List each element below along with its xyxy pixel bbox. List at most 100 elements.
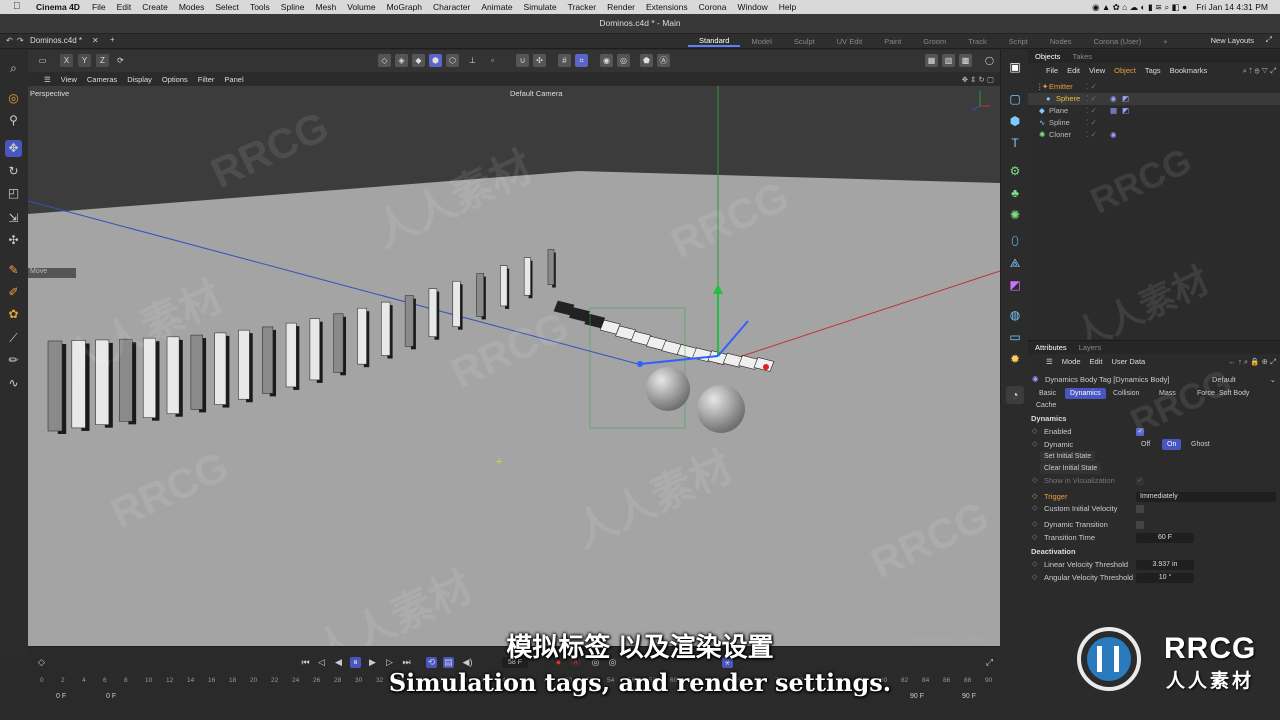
text-icon[interactable]: T [1006, 134, 1024, 152]
add-layout-icon[interactable]: + [1152, 37, 1178, 46]
tab-attributes[interactable]: Attributes [1035, 343, 1067, 352]
tab-takes[interactable]: Takes [1072, 52, 1092, 61]
primitive-icon[interactable]: ⬢ [1006, 112, 1024, 130]
sound-icon[interactable]: ◀) [462, 657, 473, 668]
attributes-menu-icon[interactable]: ☰ [1046, 357, 1053, 366]
menu-help[interactable]: Help [779, 2, 796, 12]
domino[interactable] [452, 280, 461, 328]
layout-groom[interactable]: Groom [912, 37, 957, 46]
object-mode-icon[interactable]: ⬢ [429, 54, 442, 67]
fps-icon[interactable]: ▤ [443, 657, 454, 668]
menu-window[interactable]: Window [738, 2, 768, 12]
menu-corona[interactable]: Corona [699, 2, 727, 12]
show-vis-checkbox[interactable]: ✓ [1136, 477, 1144, 485]
object-row-plane[interactable]: ◆ Plane ⁚ ✓ ▦ ◩ [1028, 105, 1280, 117]
object-row-sphere[interactable]: ● Sphere ⁚ ✓ ◉ ◩ [1028, 93, 1280, 105]
subtab-basic[interactable]: Basic [1034, 388, 1061, 399]
viewport-menu-display[interactable]: Display [127, 75, 152, 84]
keyframe-diamond-icon[interactable]: ◇ [1032, 504, 1037, 512]
domino[interactable] [523, 257, 531, 296]
search-icon[interactable]: ⌕ [5, 60, 22, 77]
domino[interactable] [47, 340, 63, 432]
domino[interactable] [357, 307, 367, 365]
keyframe-diamond-icon[interactable]: ◇ [1032, 573, 1037, 581]
domino[interactable] [333, 313, 344, 373]
viewport-menu-options[interactable]: Options [162, 75, 188, 84]
prev-key-icon[interactable]: ◁ [316, 657, 327, 668]
visibility-dots-icon[interactable]: ⁚ ✓ [1086, 106, 1097, 115]
domino[interactable] [381, 301, 391, 356]
live-select-icon[interactable]: ◎ [5, 90, 22, 107]
collider-tag-icon[interactable]: ▦ [1110, 106, 1117, 115]
clear-initial-state-button[interactable]: Clear Initial State [1040, 463, 1102, 474]
viewport-menu-view[interactable]: View [61, 75, 77, 84]
keyframe-mode-icon[interactable]: ⚹ [722, 657, 733, 668]
timeline-expand-icon[interactable]: ⤢ [984, 657, 995, 668]
3d-viewport[interactable]: + Perspective Default Camera Move Grid S… [28, 86, 1000, 646]
domino[interactable] [238, 329, 250, 400]
app-menu[interactable]: Cinema 4D [36, 2, 80, 12]
layout-standard[interactable]: Standard [688, 36, 741, 47]
viewport-nav-icons[interactable]: ✥ ⇕ ↻ ▢ [962, 75, 994, 84]
solo-icon[interactable]: ⬟ [640, 54, 653, 67]
domino[interactable] [309, 318, 321, 381]
subtab-softbody[interactable]: Soft Body [1214, 388, 1254, 399]
domino[interactable] [404, 295, 414, 347]
domino[interactable] [214, 332, 227, 405]
menu-mograph[interactable]: MoGraph [387, 2, 422, 12]
polygons-mode-icon[interactable]: ◆ [412, 54, 425, 67]
axis-mode-icon[interactable]: ⊥ [466, 54, 479, 67]
workplane-icon[interactable]: ◉ [600, 54, 613, 67]
render-settings-icon[interactable]: ▩ [959, 54, 972, 67]
preset-dropdown[interactable]: Default [1212, 375, 1236, 384]
menu-modes[interactable]: Modes [179, 2, 205, 12]
points-mode-icon[interactable]: ◇ [378, 54, 391, 67]
axis-y-toggle[interactable]: Y [78, 54, 91, 67]
preview-end-field[interactable]: 90 F [910, 693, 924, 700]
grid-snap-icon[interactable]: # [558, 54, 571, 67]
effector-icon[interactable]: ✺ [1006, 206, 1024, 224]
transition-time-field[interactable]: 60 F [1136, 533, 1194, 543]
subtab-mass[interactable]: Mass [1154, 388, 1181, 399]
generator-icon[interactable]: ⚙ [1006, 162, 1024, 180]
gizmo-z-handle[interactable] [637, 361, 643, 367]
dynamics-tag-icon[interactable]: ◉ [1110, 94, 1117, 103]
chevron-down-icon[interactable]: ⌄ [1270, 375, 1276, 384]
move-tool-icon[interactable]: ✥ [5, 140, 22, 157]
visibility-dots-icon[interactable]: ⁚ ✓ [1086, 82, 1097, 91]
domino[interactable] [547, 249, 555, 285]
objects-menu-view[interactable]: View [1089, 66, 1105, 75]
sculpt-tool-icon[interactable]: ∿ [5, 375, 22, 392]
edges-mode-icon[interactable]: ◈ [395, 54, 408, 67]
object-name[interactable]: Spline [1049, 118, 1070, 127]
sphere-2[interactable] [697, 385, 745, 433]
dyn-transition-checkbox[interactable] [1136, 521, 1144, 529]
visibility-dots-icon[interactable]: ⁚ ✓ [1086, 118, 1097, 127]
close-tab-icon[interactable]: ✕ [92, 36, 99, 45]
menu-mesh[interactable]: Mesh [315, 2, 336, 12]
linear-thresh-field[interactable]: 3.937 in [1136, 560, 1194, 570]
expand-icon[interactable]: ⤢ [1266, 35, 1272, 45]
object-row-cloner[interactable]: ✺ Cloner ⁚ ✓ ◉ [1028, 129, 1280, 141]
set-initial-state-button[interactable]: Set Initial State [1040, 451, 1096, 462]
tweak-mode-icon[interactable]: ▫ [486, 54, 499, 67]
axis-z-toggle[interactable]: Z [96, 54, 109, 67]
camera-icon[interactable]: ▭ [1006, 328, 1024, 346]
scale-tool-icon[interactable]: ◰ [5, 185, 22, 202]
undo-icon[interactable]: ↶ [6, 36, 13, 45]
loop-icon[interactable]: ⟲ [426, 657, 437, 668]
start-frame-field[interactable]: 0 F [56, 693, 66, 700]
layout-corona[interactable]: Corona (User) [1083, 37, 1153, 46]
next-frame-icon[interactable]: ▶ [367, 657, 378, 668]
prev-frame-icon[interactable]: ◀ [333, 657, 344, 668]
axis-x-toggle[interactable]: X [60, 54, 73, 67]
objects-menu-bookmarks[interactable]: Bookmarks [1170, 66, 1208, 75]
subtab-dynamics[interactable]: Dynamics [1065, 388, 1106, 399]
new-layouts-button[interactable]: New Layouts [1211, 36, 1254, 45]
dynamics-tag-icon[interactable]: ◉ [1110, 130, 1117, 139]
custom-vel-checkbox[interactable] [1136, 505, 1144, 513]
coord-system-icon[interactable]: ⟳ [114, 54, 127, 67]
object-name[interactable]: Sphere [1056, 94, 1080, 103]
pause-icon[interactable]: ⏸ [350, 657, 361, 668]
dynamic-off[interactable]: Off [1136, 439, 1155, 450]
